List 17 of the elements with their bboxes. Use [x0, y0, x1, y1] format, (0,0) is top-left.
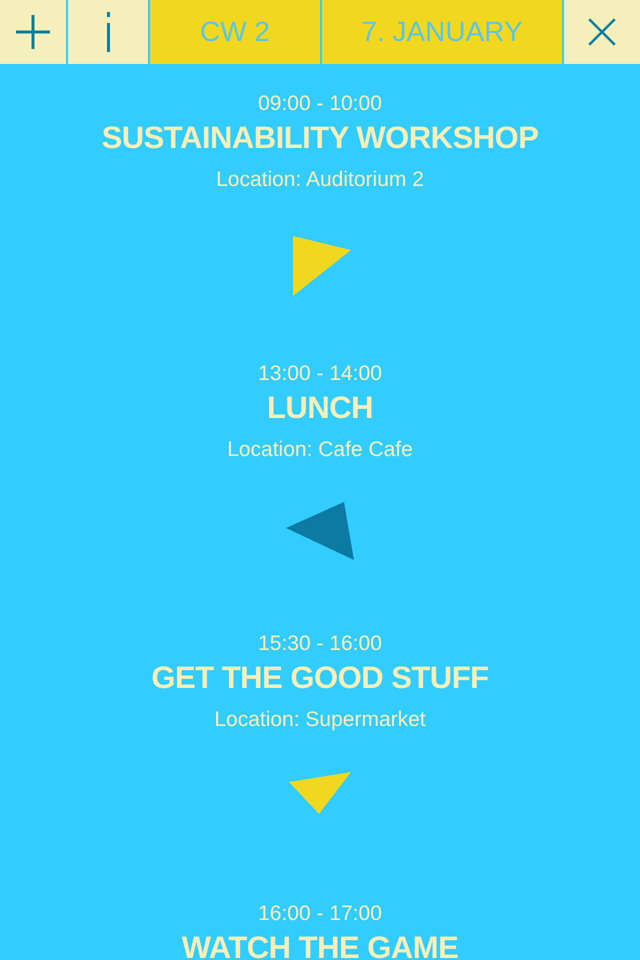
- info-icon: [106, 12, 110, 52]
- event-time: 15:30 - 16:00: [258, 632, 382, 656]
- event-title: GET THE GOOD STUFF: [151, 659, 489, 697]
- event-time: 16:00 - 17:00: [258, 902, 382, 926]
- add-button[interactable]: [0, 0, 66, 64]
- event-location: Location: Auditorium 2: [216, 168, 424, 192]
- close-button[interactable]: [564, 0, 640, 64]
- event-title: SUSTAINABILITY WORKSHOP: [102, 119, 538, 157]
- date-label: 7. JANUARY: [322, 0, 562, 64]
- week-label: CW 2: [150, 0, 320, 64]
- event-location: Location: Cafe Cafe: [227, 438, 413, 462]
- event-title: LUNCH: [267, 389, 373, 427]
- event-time: 09:00 - 10:00: [258, 92, 382, 116]
- event-title: WATCH THE GAME: [182, 929, 458, 960]
- event-time: 13:00 - 14:00: [258, 362, 382, 386]
- plus-icon: [13, 12, 53, 52]
- event-location: Location: Supermarket: [214, 708, 426, 732]
